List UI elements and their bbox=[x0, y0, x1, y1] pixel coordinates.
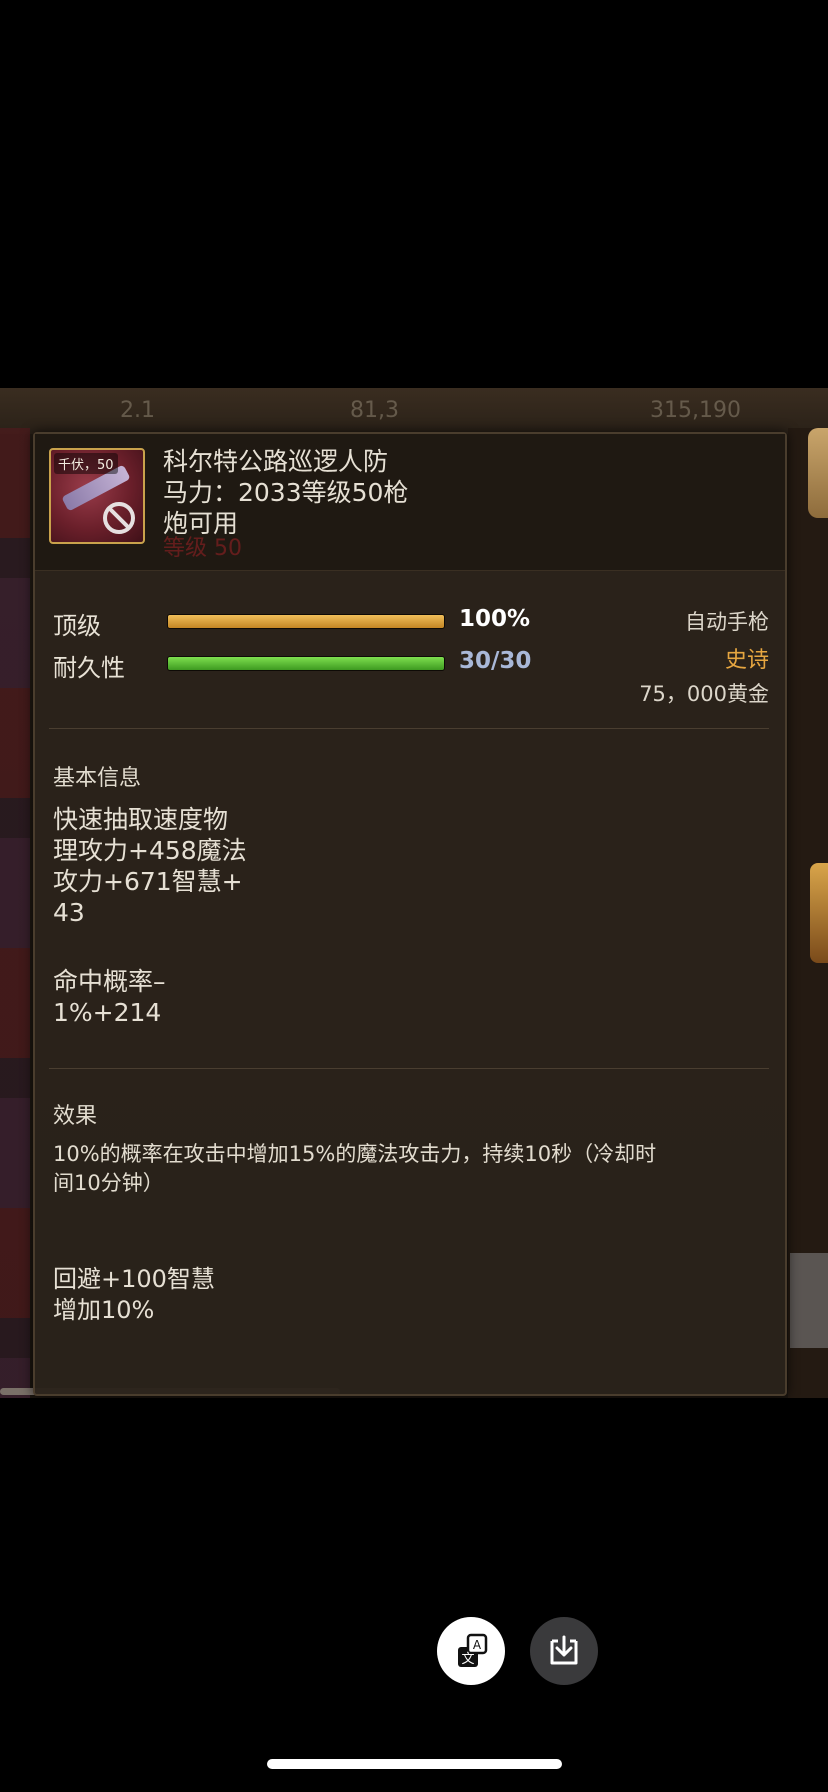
basic-info-text: 快速抽取速度物 理攻力+458魔法 攻力+671智慧+ 43 bbox=[53, 804, 247, 928]
home-indicator[interactable] bbox=[267, 1759, 562, 1769]
effect-title: 效果 bbox=[53, 1104, 98, 1129]
basic-info-text-2: 命中概率– 1%+214 bbox=[53, 966, 166, 1028]
grade-label: 顶级 bbox=[53, 612, 101, 640]
item-icon[interactable]: 千伏，50 bbox=[49, 448, 145, 544]
basic-info-line: 理攻力+458魔法 bbox=[53, 836, 247, 865]
item-name: 科尔特公路巡逻人防 马力：2033等级50枪 炮可用 bbox=[163, 446, 543, 539]
effect-line: 10%的概率在攻击中增加15%的魔法攻击力，持续10秒（冷却时 bbox=[53, 1142, 657, 1166]
background-item-list bbox=[0, 428, 30, 1398]
grade-bar bbox=[167, 614, 445, 629]
translate-button[interactable]: A 文 bbox=[437, 1617, 505, 1685]
download-button[interactable] bbox=[530, 1617, 598, 1685]
effect-line: 间10分钟） bbox=[53, 1171, 164, 1195]
grade-bar-fill bbox=[168, 615, 444, 628]
background-top-bar: 2.1 81,3 315,190 bbox=[0, 388, 828, 434]
basic-info-line: 快速抽取速度物 bbox=[53, 805, 229, 834]
basic-info-line: 1%+214 bbox=[53, 998, 162, 1027]
item-name-line: 科尔特公路巡逻人防 bbox=[163, 447, 389, 476]
item-tooltip-panel: 千伏，50 科尔特公路巡逻人防 马力：2033等级50枪 炮可用 等级 50 顶… bbox=[33, 432, 787, 1396]
item-header: 千伏，50 科尔特公路巡逻人防 马力：2033等级50枪 炮可用 等级 50 bbox=[35, 434, 785, 571]
background-tab bbox=[808, 428, 828, 518]
basic-info-line: 43 bbox=[53, 898, 85, 927]
effect-line: 增加10% bbox=[53, 1296, 155, 1324]
item-icon-badge: 千伏，50 bbox=[54, 453, 118, 474]
basic-info-title: 基本信息 bbox=[53, 766, 142, 791]
no-entry-icon bbox=[103, 502, 135, 534]
background-item-slot bbox=[810, 863, 828, 963]
divider bbox=[49, 1068, 769, 1069]
divider bbox=[49, 728, 769, 729]
grade-value: 100% bbox=[459, 606, 531, 632]
requirement-text: 等级 50 bbox=[163, 536, 242, 561]
rarity-label: 史诗 bbox=[724, 648, 769, 673]
price-label: 75，000黄金 bbox=[639, 682, 769, 706]
durability-value: 30/30 bbox=[459, 648, 532, 674]
effect-text-2: 回避+100智慧 增加10% bbox=[53, 1264, 215, 1326]
basic-info-line: 攻力+671智慧+ bbox=[53, 867, 243, 896]
background-button bbox=[790, 1253, 828, 1348]
download-icon bbox=[550, 1635, 578, 1665]
item-name-line: 马力：2033等级50枪 bbox=[163, 478, 409, 507]
durability-label: 耐久性 bbox=[53, 654, 125, 682]
svg-text:文: 文 bbox=[461, 1652, 474, 1667]
svg-text:A: A bbox=[473, 1638, 482, 1652]
weapon-type: 自动手枪 bbox=[685, 610, 769, 634]
durability-bar bbox=[167, 656, 445, 671]
basic-info-line: 命中概率– bbox=[53, 967, 166, 996]
effect-line: 回避+100智慧 bbox=[53, 1265, 215, 1293]
effect-text: 10%的概率在攻击中增加15%的魔法攻击力，持续10秒（冷却时 间10分钟） bbox=[53, 1140, 753, 1198]
translate-icon: A 文 bbox=[458, 1633, 488, 1667]
durability-bar-fill bbox=[168, 657, 444, 670]
